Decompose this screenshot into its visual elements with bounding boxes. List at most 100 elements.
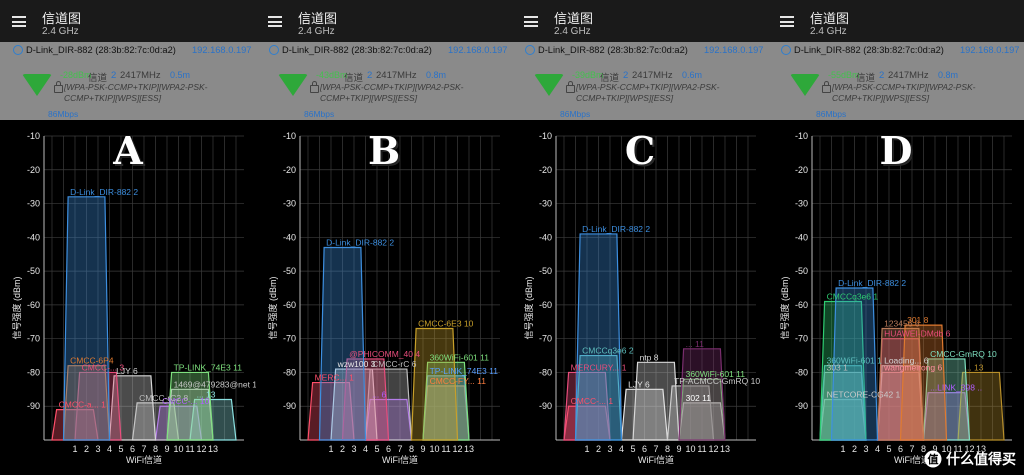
x-tick-label: 12	[452, 444, 462, 454]
x-tick-label: 3	[863, 444, 868, 454]
y-tick-label: -10	[27, 131, 40, 141]
connection-info[interactable]: D-Link_DIR-882 (28:3b:82:7c:0d:a2) 192.16…	[0, 42, 256, 120]
network-label: wangmeirong 6	[883, 362, 942, 372]
network-label: D-Link_DIR-882 2	[582, 224, 650, 234]
connection-info[interactable]: D-Link_DIR-882 (28:3b:82:7c:0d:a2) 192.16…	[768, 42, 1024, 120]
y-tick-label: -50	[283, 266, 296, 276]
y-tick-label: -70	[283, 334, 296, 344]
x-axis-title: WiFi信道	[382, 454, 418, 465]
connected-icon	[269, 45, 279, 55]
x-tick-label: 6	[386, 444, 391, 454]
network-label: LJY 6	[628, 379, 650, 389]
connected-icon	[13, 45, 23, 55]
x-tick-label: 9	[420, 444, 425, 454]
x-tick-label: 12	[708, 444, 718, 454]
signal-level: -39dBm	[572, 70, 604, 80]
y-tick-label: -80	[539, 367, 552, 377]
x-tick-label: 3	[607, 444, 612, 454]
x-tick-label: 9	[164, 444, 169, 454]
x-tick-label: 6	[130, 444, 135, 454]
x-tick-label: 2	[84, 444, 89, 454]
wifi-signal-icon	[278, 74, 308, 96]
panel-d: 信道图 2.4 GHz D-Link_DIR-882 (28:3b:82:7c:0d…	[768, 0, 1024, 475]
x-tick-label: 2	[340, 444, 345, 454]
lock-icon	[566, 81, 575, 93]
x-tick-label: 5	[886, 444, 891, 454]
page-title: 信道图	[554, 11, 594, 26]
distance: 0.5m	[170, 70, 191, 80]
menu-icon[interactable]	[12, 16, 26, 27]
channel-value: 2	[623, 70, 629, 81]
channel-chart: -10-20-30-40-50-60-70-80-901 2 3 4 5 6 7 8 9 10 11…	[779, 131, 1012, 465]
security-capabilities: [WPA-PSK-CCMP+TKIP][WPA2-PSK-CCMP+TKIP][…	[576, 82, 720, 103]
y-tick-label: -50	[539, 266, 552, 276]
y-axis-title: 信号强度 (dBm)	[523, 276, 534, 339]
x-tick-label: 2	[596, 444, 601, 454]
frequency: 2417MHz	[376, 70, 417, 81]
x-tick-label: 7	[653, 444, 658, 454]
network-label: CMCC-GmRQ 10	[930, 349, 997, 359]
link-speed: 86Mbps	[560, 109, 591, 119]
y-tick-label: -10	[795, 131, 808, 141]
x-tick-label: 4	[619, 444, 624, 454]
x-tick-label: 5	[118, 444, 123, 454]
network-label: ntp 8	[640, 352, 659, 362]
connection-info[interactable]: D-Link_DIR-882 (28:3b:82:7c:0d:a2) 192.16…	[256, 42, 512, 120]
y-tick-label: -60	[283, 300, 296, 310]
x-tick-label: 12	[196, 444, 206, 454]
y-tick-label: -80	[27, 367, 40, 377]
menu-icon[interactable]	[268, 16, 282, 27]
network-label: CMCC-6E3 10	[418, 319, 474, 329]
channel-value: 2	[111, 70, 117, 81]
y-tick-label: -10	[539, 131, 552, 141]
y-tick-label: -90	[283, 401, 296, 411]
y-tick-label: -60	[795, 300, 808, 310]
connection-info[interactable]: D-Link_DIR-882 (28:3b:82:7c:0d:a2) 192.16…	[512, 42, 768, 120]
network-label: 1469@479283@net 11	[174, 379, 256, 389]
menu-icon[interactable]	[780, 16, 794, 27]
x-tick-label: 11	[441, 444, 450, 454]
lock-icon	[310, 81, 319, 93]
x-tick-label: 5	[630, 444, 635, 454]
x-tick-label: 1	[840, 444, 845, 454]
x-tick-label: 8	[665, 444, 670, 454]
signal-level: -43dBm	[316, 70, 348, 80]
ssid-label: D-Link_DIR-882 (28:3b:82:7c:0d:a2)	[282, 45, 432, 55]
security-capabilities: [WPA-PSK-CCMP+TKIP][WPA2-PSK-CCMP+TKIP][…	[832, 82, 976, 103]
comparison-grid: 信道图 2.4 GHz D-Link_DIR-882 (28:3b:82:7c:0d…	[0, 0, 1024, 475]
panel-badge: B	[367, 128, 401, 173]
y-tick-label: -20	[27, 165, 40, 175]
y-axis-title: 信号强度 (dBm)	[11, 276, 22, 339]
ip-address: 192.168.0.197	[704, 45, 764, 55]
x-tick-label: 9	[676, 444, 681, 454]
x-tick-label: 4	[363, 444, 368, 454]
network-label: wzw100 3	[337, 359, 376, 369]
x-tick-label: 6	[898, 444, 903, 454]
menu-icon[interactable]	[524, 16, 538, 27]
band-label: 2.4 GHz	[298, 26, 335, 37]
x-tick-label: 3	[95, 444, 100, 454]
ssid-label: D-Link_DIR-882 (28:3b:82:7c:0d:a2)	[538, 45, 688, 55]
y-tick-label: -60	[539, 300, 552, 310]
y-tick-label: -90	[795, 401, 808, 411]
page-title: 信道图	[42, 11, 82, 26]
channel-value: 2	[879, 70, 885, 81]
x-tick-label: 1	[328, 444, 333, 454]
y-tick-label: -30	[795, 199, 808, 209]
y-tick-label: -20	[283, 165, 296, 175]
network-label: TP-LINK_74E3 11	[174, 362, 243, 372]
x-tick-label: 1	[584, 444, 589, 454]
y-tick-label: -30	[539, 199, 552, 209]
channel-chart: -10-20-30-40-50-60-70-80-901 2 3 4 5 6 7 8 9 10 11…	[267, 131, 500, 465]
distance: 0.6m	[682, 70, 703, 80]
x-tick-label: 13	[208, 444, 218, 454]
x-tick-label: 8	[153, 444, 158, 454]
y-axis-title: 信号强度 (dBm)	[267, 276, 278, 339]
channel-chart: -10-20-30-40-50-60-70-80-901 2 3 4 5 6 7 8 9 10 11…	[523, 131, 760, 465]
network-label: NETCORE-CG42 1	[827, 389, 901, 399]
y-tick-label: -90	[27, 401, 40, 411]
distance: 0.8m	[426, 70, 447, 80]
network-label: CMCC-a... 1	[59, 400, 107, 410]
network-trapezoid	[318, 246, 367, 441]
network-label: ... 13	[197, 389, 216, 399]
